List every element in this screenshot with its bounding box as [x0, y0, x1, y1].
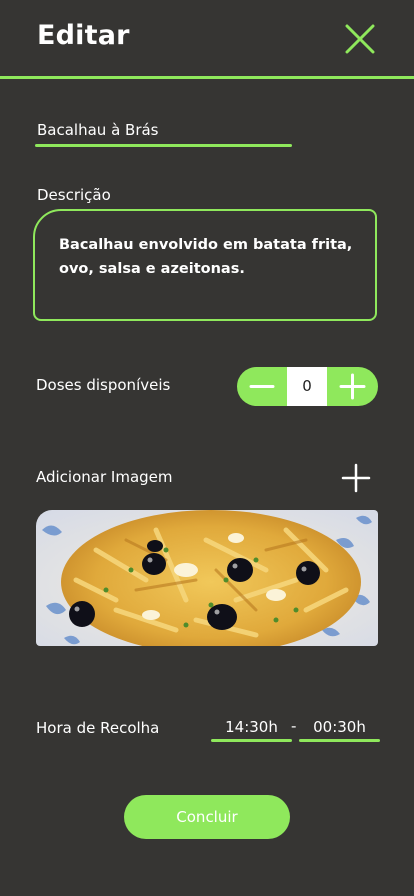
dish-photo-illustration — [36, 510, 378, 646]
pickup-end-input[interactable] — [299, 716, 380, 738]
pickup-end-field[interactable] — [299, 716, 380, 742]
plus-icon — [341, 463, 371, 493]
dish-name-field[interactable] — [37, 119, 292, 147]
description-label: Descrição — [37, 186, 111, 204]
add-image-button[interactable] — [341, 463, 371, 493]
dish-name-input[interactable] — [37, 119, 292, 141]
dish-name-underline — [35, 144, 292, 147]
pickup-start-underline — [211, 739, 292, 742]
pickup-end-underline — [299, 739, 380, 742]
close-x-icon — [345, 24, 375, 54]
pickup-start-input[interactable] — [211, 716, 292, 738]
pickup-time-label: Hora de Recolha — [36, 719, 160, 737]
app-header: Editar — [0, 0, 414, 80]
description-textarea[interactable]: Bacalhau envolvido em batata frita, ovo,… — [33, 209, 377, 321]
time-separator: - — [291, 717, 297, 735]
plus-icon — [339, 373, 366, 400]
add-image-label: Adicionar Imagem — [36, 468, 173, 486]
close-button[interactable] — [344, 24, 376, 54]
decrement-button[interactable] — [237, 367, 287, 406]
minus-icon — [249, 385, 275, 388]
submit-button[interactable]: Concluir — [124, 795, 290, 839]
description-text: Bacalhau envolvido em batata frita, ovo,… — [59, 237, 353, 277]
doses-label: Doses disponíveis — [36, 376, 171, 394]
increment-button[interactable] — [327, 367, 378, 406]
doses-value: 0 — [302, 377, 312, 395]
page-title: Editar — [37, 20, 130, 51]
header-divider — [0, 76, 414, 79]
pickup-start-field[interactable] — [211, 716, 292, 742]
doses-stepper: 0 — [237, 367, 378, 406]
dish-photo — [36, 510, 378, 646]
doses-value-box: 0 — [287, 367, 327, 406]
